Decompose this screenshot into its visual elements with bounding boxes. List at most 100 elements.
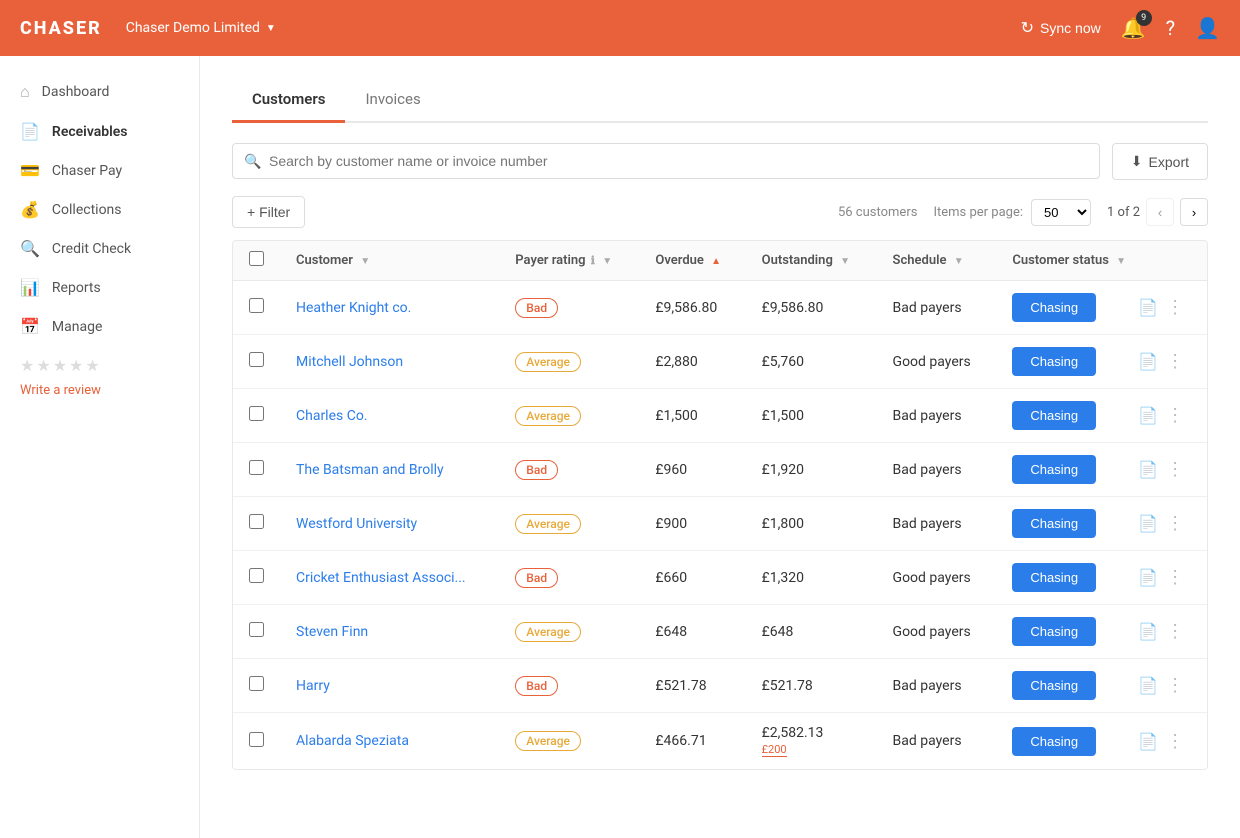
row-checkbox[interactable] [249,406,264,421]
items-per-page-select[interactable]: 50 25 100 [1031,199,1091,226]
search-input[interactable] [232,143,1100,179]
star-4: ★ [69,356,83,375]
payer-rating-badge: Average [515,406,581,426]
row-checkbox-cell [233,281,280,335]
row-checkbox[interactable] [249,352,264,367]
document-icon[interactable]: 📄 [1138,732,1158,751]
row-outstanding: £1,500 [746,389,877,443]
sidebar-item-collections[interactable]: 💰 Collections [0,190,199,229]
more-options-icon[interactable]: ⋮ [1166,351,1184,372]
row-checkbox[interactable] [249,622,264,637]
document-icon[interactable]: 📄 [1138,622,1158,641]
row-checkbox[interactable] [249,676,264,691]
sidebar-item-dashboard[interactable]: ⌂ Dashboard [0,72,199,112]
company-selector[interactable]: Chaser Demo Limited ▼ [126,20,276,36]
more-options-icon[interactable]: ⋮ [1166,513,1184,534]
customer-link[interactable]: Charles Co. [296,408,368,424]
prev-page-button[interactable]: ‹ [1146,198,1174,226]
write-review-link[interactable]: Write a review [0,379,199,402]
notification-badge: 9 [1136,10,1152,26]
document-icon[interactable]: 📄 [1138,676,1158,695]
chasing-button[interactable]: Chasing [1012,509,1096,538]
row-checkbox[interactable] [249,568,264,583]
notifications-icon[interactable]: 🔔 9 [1121,16,1146,40]
customer-link[interactable]: Cricket Enthusiast Associ... [296,570,466,586]
col-payer-rating: Payer rating ℹ ▼ [499,241,639,281]
tab-customers[interactable]: Customers [232,80,345,123]
more-options-icon[interactable]: ⋮ [1166,297,1184,318]
row-actions: 📄 ⋮ [1122,551,1207,605]
row-actions: 📄 ⋮ [1122,497,1207,551]
document-icon[interactable]: 📄 [1138,298,1158,317]
more-options-icon[interactable]: ⋮ [1166,405,1184,426]
row-customer-name: Harry [280,659,499,713]
customer-link[interactable]: Steven Finn [296,624,368,640]
export-button[interactable]: ⬇ Export [1112,143,1208,180]
star-3: ★ [53,356,67,375]
customer-link[interactable]: Alabarda Speziata [296,733,409,749]
sidebar-item-manage[interactable]: 📅 Manage [0,307,199,346]
sync-icon: ↻ [1021,18,1034,38]
document-icon[interactable]: 📄 [1138,352,1158,371]
row-customer-name: Charles Co. [280,389,499,443]
sidebar-item-receivables[interactable]: 📄 Receivables [0,112,199,151]
customer-link[interactable]: Harry [296,678,330,694]
row-customer-name: Heather Knight co. [280,281,499,335]
col-customer: Customer ▼ [280,241,499,281]
more-options-icon[interactable]: ⋮ [1166,567,1184,588]
sidebar-item-reports[interactable]: 📊 Reports [0,268,199,307]
home-icon: ⌂ [20,82,30,102]
user-icon[interactable]: 👤 [1195,16,1220,40]
row-payer-rating: Average [499,605,639,659]
sidebar-label-chaser-pay: Chaser Pay [52,163,122,179]
action-cell: 📄 ⋮ [1138,297,1191,318]
document-icon[interactable]: 📄 [1138,568,1158,587]
row-checkbox-cell [233,605,280,659]
sort-icon-outstanding: ▼ [840,256,850,267]
customer-link[interactable]: Heather Knight co. [296,300,411,316]
document-icon[interactable]: 📄 [1138,406,1158,425]
tab-invoices[interactable]: Invoices [345,80,440,123]
chasing-button[interactable]: Chasing [1012,455,1096,484]
chasing-button[interactable]: Chasing [1012,727,1096,756]
document-icon[interactable]: 📄 [1138,514,1158,533]
next-page-button[interactable]: › [1180,198,1208,226]
row-checkbox-cell [233,389,280,443]
items-per-page-label: Items per page: [933,205,1023,220]
chasing-button[interactable]: Chasing [1012,347,1096,376]
chasing-button[interactable]: Chasing [1012,563,1096,592]
sync-label: Sync now [1040,20,1101,36]
col-status: Customer status ▼ [996,241,1207,281]
table-row: Westford University Average £900 £1,800 … [233,497,1207,551]
sync-button[interactable]: ↻ Sync now [1021,18,1101,38]
row-checkbox-cell [233,335,280,389]
chasing-button[interactable]: Chasing [1012,293,1096,322]
chasing-button[interactable]: Chasing [1012,617,1096,646]
customer-link[interactable]: Westford University [296,516,417,532]
star-rating[interactable]: ★ ★ ★ ★ ★ [0,346,199,379]
table-row: Heather Knight co. Bad £9,586.80 £9,586.… [233,281,1207,335]
row-checkbox[interactable] [249,732,264,747]
more-options-icon[interactable]: ⋮ [1166,731,1184,752]
chasing-button[interactable]: Chasing [1012,671,1096,700]
more-options-icon[interactable]: ⋮ [1166,621,1184,642]
payer-rating-badge: Average [515,622,581,642]
row-checkbox[interactable] [249,514,264,529]
customer-link[interactable]: The Batsman and Brolly [296,462,444,478]
customer-link[interactable]: Mitchell Johnson [296,354,403,370]
filter-button[interactable]: + Filter [232,196,305,228]
more-options-icon[interactable]: ⋮ [1166,675,1184,696]
document-icon[interactable]: 📄 [1138,460,1158,479]
payer-rating-badge: Bad [515,676,558,696]
row-outstanding: £521.78 [746,659,877,713]
sidebar-item-credit-check[interactable]: 🔍 Credit Check [0,229,199,268]
row-checkbox[interactable] [249,460,264,475]
document-icon: 📄 [20,122,40,141]
more-options-icon[interactable]: ⋮ [1166,459,1184,480]
help-icon[interactable]: ? [1166,16,1175,40]
sidebar-item-chaser-pay[interactable]: 💳 Chaser Pay [0,151,199,190]
select-all-checkbox[interactable] [249,251,264,266]
chasing-button[interactable]: Chasing [1012,401,1096,430]
customers-count: 56 customers [838,205,917,220]
row-checkbox[interactable] [249,298,264,313]
